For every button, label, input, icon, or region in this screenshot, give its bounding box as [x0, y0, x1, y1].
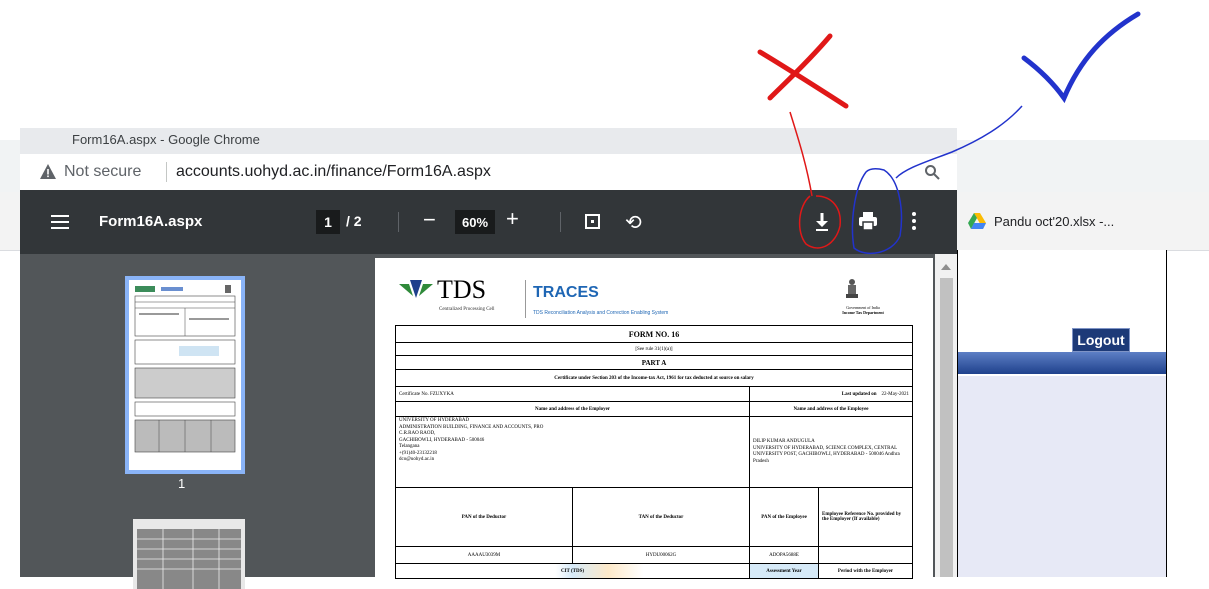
zoom-input[interactable]: 60%: [455, 210, 495, 234]
tds-subtitle: Centralized Processing Cell: [439, 307, 495, 312]
not-secure-label[interactable]: Not secure: [64, 163, 141, 181]
thumbnail-sidebar: 1: [20, 254, 352, 589]
pan-deductor-header: PAN of the Deductor: [395, 487, 573, 547]
more-options-icon[interactable]: [912, 211, 916, 231]
tan-deductor-header: TAN of the Deductor: [572, 487, 750, 547]
form-rule: [See rule 31(1)(a)]: [395, 342, 913, 356]
google-drive-icon: [968, 213, 986, 229]
page-thumbnail-1[interactable]: [125, 276, 245, 474]
last-updated: Last updated on 22-May-2021: [749, 386, 913, 402]
hamburger-menu-icon[interactable]: [51, 215, 69, 229]
zoom-in-button[interactable]: +: [506, 208, 519, 230]
background-content-panel: [958, 376, 1166, 577]
employee-line: Pradesh: [753, 458, 769, 464]
viewer-scrollbar[interactable]: [935, 254, 957, 577]
pdf-viewer[interactable]: TDS Centralized Processing Cell TRACES T…: [352, 254, 957, 588]
scroll-up-arrow-icon[interactable]: [941, 264, 951, 270]
last-updated-label: Last updated on: [841, 391, 877, 397]
pdf-page: TDS Centralized Processing Cell TRACES T…: [375, 258, 933, 588]
popup-window-title: Form16A.aspx - Google Chrome: [72, 132, 260, 147]
tds-logo-icon: [399, 280, 433, 298]
url-text[interactable]: accounts.uohyd.ac.in/finance/Form16A.asp…: [176, 163, 491, 181]
page-thumbnail-2[interactable]: [133, 519, 245, 589]
print-icon[interactable]: [858, 211, 878, 231]
period-header: Period with the Employer: [818, 563, 913, 579]
employee-reference-header: Employee Reference No. provided by the E…: [818, 487, 913, 547]
thumbnail-preview: [137, 529, 241, 589]
pdf-toolbar: Form16A.aspx 1 / 2 − 60% + ⟲: [20, 190, 957, 254]
warning-icon[interactable]: [39, 163, 57, 181]
rotate-icon[interactable]: ⟲: [625, 210, 642, 235]
goi-line-2: Income Tax Department: [842, 310, 884, 315]
pdf-title: Form16A.aspx: [99, 213, 203, 230]
toolbar-divider: [560, 212, 561, 232]
national-emblem-icon: [846, 279, 858, 298]
employee-header: Name and address of the Employee: [749, 401, 913, 417]
fit-to-page-icon[interactable]: [585, 214, 600, 229]
blue-check-annotation: [1021, 11, 1141, 104]
form-part: PART A: [395, 355, 913, 370]
zoom-out-button[interactable]: −: [423, 209, 436, 231]
government-of-india-label: Government of India Income Tax Departmen…: [823, 305, 903, 315]
popup-title-bar: Form16A.aspx - Google Chrome: [20, 128, 957, 154]
page-number-input[interactable]: 1: [316, 210, 340, 234]
address-bar[interactable]: Not secure accounts.uohyd.ac.in/finance/…: [20, 154, 957, 191]
toolbar-divider: [398, 212, 399, 232]
certificate-description: Certificate under Section 203 of the Inc…: [395, 369, 913, 387]
red-cross-annotation: [757, 33, 849, 109]
last-updated-value: 22-May-2021: [881, 391, 910, 397]
search-icon[interactable]: [924, 164, 940, 180]
thumbnail-preview: [134, 285, 236, 453]
pan-employee-header: PAN of the Employee: [749, 487, 819, 547]
logo-divider: [525, 280, 526, 318]
form-16-table: FORM NO. 16 [See rule 31(1)(a)] PART A C…: [395, 325, 913, 579]
employer-header: Name and address of the Employer: [395, 401, 750, 417]
logout-button[interactable]: Logout: [1072, 328, 1130, 352]
download-icon[interactable]: [813, 211, 831, 233]
cit-header: CIT (TDS): [395, 563, 750, 579]
employee-line: UNIVERSITY POST, GACHIBOWLI, HYDERABAD -…: [753, 452, 900, 457]
traces-subtitle: TDS Reconciliation Analysis and Correcti…: [533, 310, 669, 316]
employee-address: DILIP KUMAR ANDUGULA UNIVERSITY OF HYDER…: [749, 416, 913, 488]
employer-address: UNIVERSITY OF HYDERABAD ADMINISTRATION B…: [395, 416, 750, 488]
pan-employee-value: ADOPA5688E: [749, 546, 819, 564]
employer-line: dco@uohyd.ac.in: [399, 457, 435, 462]
certificate-number: Certificate No. FZUXYKA: [395, 386, 750, 402]
bookmark-pandu[interactable]: Pandu oct'20.xlsx -...: [968, 207, 1114, 235]
thumbnail-page-number: 1: [178, 476, 186, 491]
scrollbar-thumb[interactable]: [940, 278, 953, 577]
assessment-year-header: Assessment Year: [749, 563, 819, 579]
background-nav-bar: [958, 352, 1166, 374]
address-separator: [166, 162, 167, 182]
tan-deductor-value: HYDU00062G: [572, 546, 750, 564]
pan-deductor-value: AAAAU3039M: [395, 546, 573, 564]
bookmark-label: Pandu oct'20.xlsx -...: [994, 213, 1115, 229]
tds-logo-text: TDS: [437, 275, 487, 304]
page-total: / 2: [346, 213, 362, 229]
form-number: FORM NO. 16: [395, 325, 913, 343]
employee-reference-value: [818, 546, 913, 564]
traces-logo-text: TRACES: [533, 284, 599, 301]
